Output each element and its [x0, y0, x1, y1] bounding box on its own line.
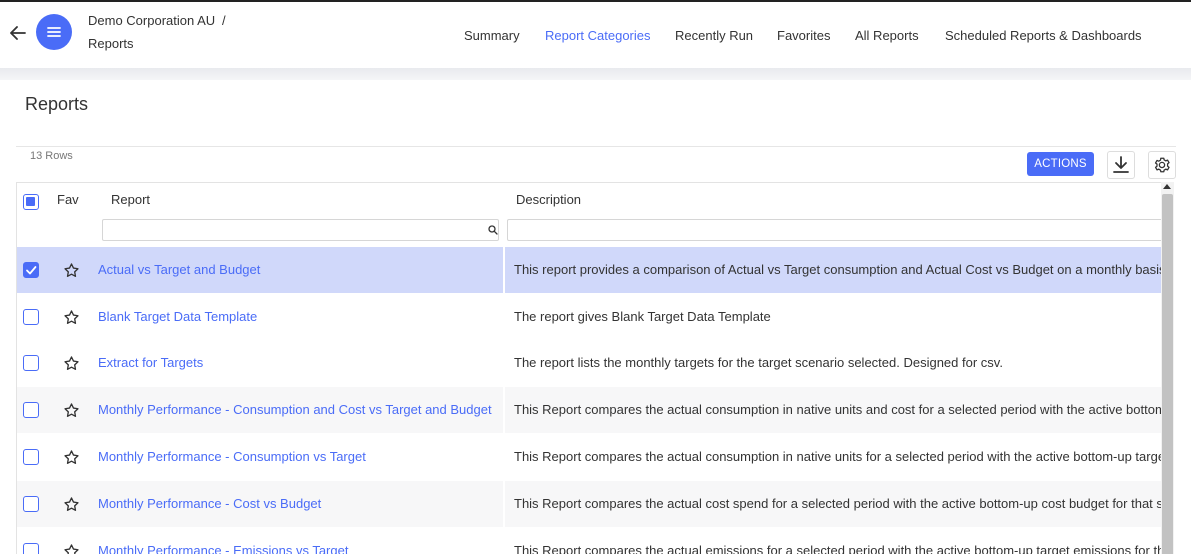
row-checkbox[interactable]	[23, 309, 39, 325]
report-description: This Report compares the actual consumpt…	[514, 449, 1161, 464]
download-icon	[1113, 156, 1129, 173]
nav-scheduled-reports[interactable]: Scheduled Reports & Dashboards	[945, 28, 1142, 43]
star-outline-icon[interactable]	[63, 355, 80, 372]
report-link[interactable]: Monthly Performance - Consumption and Co…	[98, 402, 492, 417]
nav-favorites[interactable]: Favorites	[777, 28, 830, 43]
nav-report-categories[interactable]: Report Categories	[545, 28, 651, 43]
actions-button[interactable]: ACTIONS	[1027, 152, 1094, 176]
report-link[interactable]: Monthly Performance - Cost vs Budget	[98, 496, 321, 511]
row-cell-report: Actual vs Target and Budget	[17, 247, 503, 293]
breadcrumb-separator: /	[222, 13, 226, 28]
scroll-up-arrow-icon[interactable]	[1163, 184, 1171, 189]
gear-icon	[1154, 157, 1170, 173]
row-cell-description: The report gives Blank Target Data Templ…	[505, 294, 1161, 340]
download-button[interactable]	[1107, 151, 1135, 179]
row-checkbox[interactable]	[23, 355, 39, 371]
breadcrumb-company[interactable]: Demo Corporation AU	[88, 13, 215, 28]
top-header: Demo Corporation AU / Reports Summary Re…	[0, 2, 1191, 68]
table-row[interactable]: Blank Target Data Template The report gi…	[17, 294, 1161, 341]
page-title: Reports	[25, 94, 89, 114]
star-outline-icon[interactable]	[63, 496, 80, 513]
row-cell-description: This Report compares the actual cost spe…	[505, 481, 1161, 527]
select-all-checkbox[interactable]	[23, 194, 39, 210]
report-description: The report lists the monthly targets for…	[514, 355, 1003, 370]
table-row[interactable]: Extract for Targets The report lists the…	[17, 340, 1161, 387]
row-cell-report: Monthly Performance - Emissions vs Targe…	[17, 528, 503, 554]
nav-recently-run[interactable]: Recently Run	[675, 28, 753, 43]
row-cell-report: Monthly Performance - Consumption and Co…	[17, 387, 503, 433]
divider	[16, 146, 1176, 147]
breadcrumb-page: Reports	[88, 36, 134, 51]
row-cell-report: Extract for Targets	[17, 340, 503, 386]
row-cell-description: This Report compares the actual consumpt…	[505, 434, 1161, 480]
header-shadow	[0, 68, 1191, 80]
nav-all-reports[interactable]: All Reports	[855, 28, 919, 43]
row-cell-description: The report lists the monthly targets for…	[505, 340, 1161, 386]
report-link[interactable]: Blank Target Data Template	[98, 309, 257, 324]
scrollbar-thumb[interactable]	[1162, 194, 1173, 554]
row-count: 13 Rows	[30, 150, 73, 162]
table-row[interactable]: Monthly Performance - Cost vs Budget Thi…	[17, 481, 1161, 528]
star-outline-icon[interactable]	[63, 309, 80, 326]
reports-table: Fav Report Description Actual vs Target …	[16, 182, 1161, 554]
row-checkbox[interactable]	[23, 262, 39, 278]
star-outline-icon[interactable]	[63, 449, 80, 466]
row-checkbox[interactable]	[23, 496, 39, 512]
column-header-description[interactable]: Description	[516, 192, 581, 207]
main-content: Reports 13 Rows ACTIONS Fav Report Descr…	[0, 80, 1191, 554]
search-icon	[488, 225, 498, 235]
row-cell-report: Monthly Performance - Consumption vs Tar…	[17, 434, 503, 480]
report-description: This Report compares the actual emission…	[514, 543, 1161, 554]
column-header-fav[interactable]: Fav	[57, 192, 79, 207]
table-row[interactable]: Actual vs Target and Budget This report …	[17, 247, 1161, 294]
column-header-report[interactable]: Report	[111, 192, 150, 207]
report-link[interactable]: Extract for Targets	[98, 355, 203, 370]
report-description: This Report compares the actual cost spe…	[514, 496, 1161, 511]
row-cell-report: Blank Target Data Template	[17, 294, 503, 340]
report-link[interactable]: Actual vs Target and Budget	[98, 262, 260, 277]
table-row[interactable]: Monthly Performance - Emissions vs Targe…	[17, 528, 1161, 554]
description-filter-input[interactable]	[507, 219, 1161, 241]
report-description: This report provides a comparison of Act…	[514, 262, 1161, 277]
arrow-left-icon	[10, 26, 26, 40]
row-cell-description: This report provides a comparison of Act…	[505, 247, 1161, 293]
nav-summary[interactable]: Summary	[464, 28, 520, 43]
menu-button[interactable]	[36, 14, 72, 50]
report-filter-input[interactable]	[102, 219, 499, 241]
settings-button[interactable]	[1148, 151, 1176, 179]
report-link[interactable]: Monthly Performance - Emissions vs Targe…	[98, 543, 348, 554]
row-checkbox[interactable]	[23, 543, 39, 554]
table-scrollbar[interactable]	[1161, 182, 1174, 554]
table-row[interactable]: Monthly Performance - Consumption and Co…	[17, 387, 1161, 434]
report-description: The report gives Blank Target Data Templ…	[514, 309, 771, 324]
star-outline-icon[interactable]	[63, 262, 80, 279]
star-outline-icon[interactable]	[63, 402, 80, 419]
row-checkbox[interactable]	[23, 402, 39, 418]
back-button[interactable]	[7, 22, 29, 44]
report-description: This Report compares the actual consumpt…	[514, 402, 1161, 417]
report-link[interactable]: Monthly Performance - Consumption vs Tar…	[98, 449, 366, 464]
row-checkbox[interactable]	[23, 449, 39, 465]
row-cell-description: This Report compares the actual consumpt…	[505, 387, 1161, 433]
row-cell-report: Monthly Performance - Cost vs Budget	[17, 481, 503, 527]
row-cell-description: This Report compares the actual emission…	[505, 528, 1161, 554]
hamburger-menu-icon	[47, 27, 61, 37]
table-row[interactable]: Monthly Performance - Consumption vs Tar…	[17, 434, 1161, 481]
star-outline-icon[interactable]	[63, 543, 80, 554]
table-header: Fav Report Description	[17, 183, 1161, 247]
